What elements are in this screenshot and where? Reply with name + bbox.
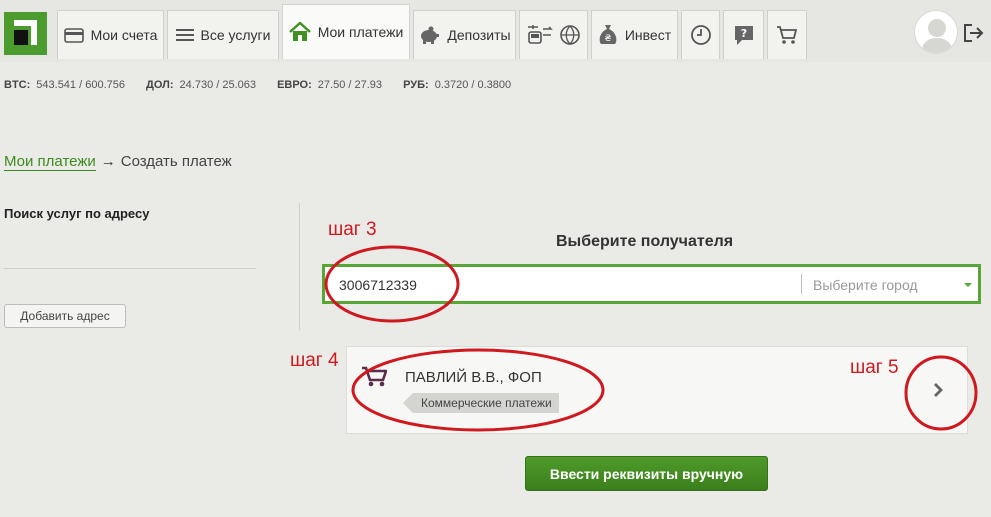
tab-my-payments[interactable]: Мои платежи xyxy=(282,4,410,59)
history-icon xyxy=(690,24,712,46)
piggy-bank-icon xyxy=(418,26,440,44)
divider xyxy=(4,268,256,269)
rate-usd: ДОЛ: 24.730 / 25.063 xyxy=(146,79,257,91)
annotation-step-4: шаг 4 xyxy=(290,350,339,371)
rate-rub: РУБ: 0.3720 / 0.3800 xyxy=(403,79,512,91)
transport-globe-icon xyxy=(525,23,583,47)
annotation-step-5: шаг 5 xyxy=(850,357,899,378)
money-bag-icon: ₴ xyxy=(598,24,618,46)
card-icon xyxy=(63,27,84,43)
chevron-down-icon[interactable] xyxy=(961,278,975,290)
recipient-search-box: Выберите город xyxy=(322,264,981,304)
recipient-category-tag: Коммерческие платежи xyxy=(403,393,559,413)
top-navigation: Мои счета Все услуги Мои платежи Депозит… xyxy=(0,0,991,62)
tab-label: Депозиты xyxy=(447,27,511,43)
logo-mark-icon xyxy=(14,20,37,45)
rate-btc: BTC: 543.541 / 600.756 xyxy=(4,79,125,91)
city-select[interactable]: Выберите город xyxy=(813,277,918,293)
breadcrumb-my-payments-link[interactable]: Мои платежи xyxy=(4,153,96,171)
breadcrumb-current: Создать платеж xyxy=(120,153,232,170)
tab-help[interactable]: ? xyxy=(723,10,764,59)
user-avatar[interactable] xyxy=(914,10,958,54)
add-address-button[interactable]: Добавить адрес xyxy=(4,304,126,328)
annotation-rings xyxy=(324,245,978,432)
recipient-name: ПАВЛИЙ В.В., ФОП xyxy=(405,369,542,386)
cart-icon xyxy=(361,365,388,387)
address-search-title: Поиск услуг по адресу xyxy=(4,206,150,221)
enter-details-manually-button[interactable]: Ввести реквизиты вручную xyxy=(525,456,768,491)
breadcrumb-arrow: → xyxy=(100,153,116,170)
home-icon xyxy=(288,22,311,42)
tab-label: Все услуги xyxy=(200,27,271,43)
column-divider xyxy=(299,203,300,330)
tab-transport[interactable] xyxy=(519,10,588,59)
tab-label: Мои платежи xyxy=(317,24,404,40)
choose-recipient-title: Выберите получателя xyxy=(556,233,734,250)
tab-history[interactable] xyxy=(681,10,720,59)
divider xyxy=(801,274,802,294)
chevron-right-icon[interactable] xyxy=(931,381,947,399)
svg-text:?: ? xyxy=(740,27,746,40)
annotation-step-3: шаг 3 xyxy=(328,219,377,240)
cart-icon xyxy=(776,25,798,45)
tab-deposits[interactable]: Депозиты xyxy=(413,10,516,59)
svg-text:₴: ₴ xyxy=(604,34,611,44)
logout-icon[interactable] xyxy=(962,22,984,44)
list-icon xyxy=(175,28,194,43)
rate-eur: ЕВРО: 27.50 / 27.93 xyxy=(277,79,383,91)
recipient-search-input[interactable] xyxy=(339,274,789,296)
tab-invest[interactable]: ₴ Инвест xyxy=(591,10,678,59)
breadcrumb: Мои платежи → Создать платеж xyxy=(4,153,232,171)
tab-shop[interactable] xyxy=(767,10,807,59)
tab-all-services[interactable]: Все услуги xyxy=(167,10,279,59)
help-icon: ? xyxy=(733,24,755,46)
user-silhouette-icon xyxy=(921,19,953,53)
tab-label: Мои счета xyxy=(90,27,158,43)
privatbank-logo[interactable] xyxy=(4,12,47,55)
tab-label: Инвест xyxy=(624,27,672,43)
tab-my-accounts[interactable]: Мои счета xyxy=(57,10,164,59)
exchange-rates: BTC: 543.541 / 600.756 ДОЛ: 24.730 / 25.06… xyxy=(4,79,529,91)
